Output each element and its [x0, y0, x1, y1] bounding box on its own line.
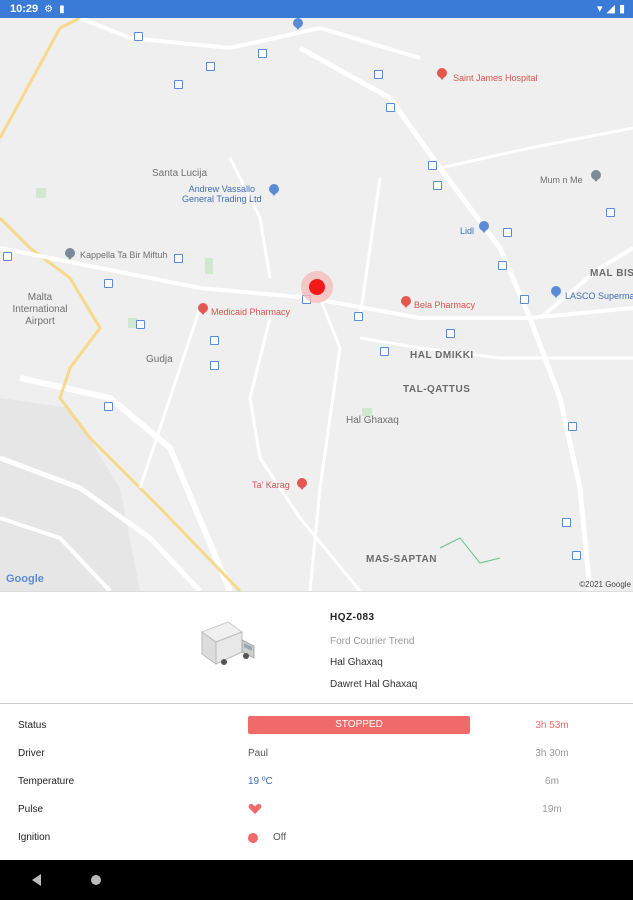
driver-duration: 3h 30m	[535, 748, 569, 759]
bus-stop-icon[interactable]	[520, 295, 529, 304]
vehicle-location-secondary: Dawret Hal Ghaxaq	[330, 679, 418, 690]
driver-value: Paul	[248, 748, 269, 759]
detail-row-driver: Driver Paul 3h 30m	[0, 739, 633, 767]
battery-icon: ▮	[618, 3, 625, 15]
ignition-label: Ignition	[18, 832, 51, 843]
temperature-duration: 6m	[545, 776, 559, 787]
pharmacy-pin-icon[interactable]	[197, 303, 209, 315]
temperature-value: 19 ºC	[248, 776, 273, 787]
bus-stop-icon[interactable]	[258, 49, 267, 58]
map-label-hal-ghaxaq: Hal Ghaxaq	[346, 415, 399, 426]
status-time: 10:29	[10, 3, 39, 15]
bus-stop-icon[interactable]	[386, 103, 395, 112]
map-label-gudja: Gudja	[146, 354, 173, 365]
status-label: Status	[18, 720, 47, 731]
map-view[interactable]: Santa Lucija Andrew Vassallo General Tra…	[0, 18, 633, 591]
map-label-hal-dmikki: HAL DMIKKI	[410, 350, 474, 361]
status-bar: 10:29 ⚙ ▮ ▾ ◢ ▮	[0, 0, 633, 18]
home-icon[interactable]	[91, 875, 101, 885]
map-label-malta-airport[interactable]: Malta International Airport	[10, 292, 70, 328]
vehicle-card: HQZ-083 Ford Courier Trend Hal Ghaxaq Da…	[0, 591, 633, 705]
map-label-lasco[interactable]: LASCO Supermar	[565, 291, 633, 301]
detail-row-pulse: Pulse 19m	[0, 795, 633, 823]
map-label-santa-lucija: Santa Lucija	[152, 168, 208, 179]
map-copyright: ©2021 Google	[579, 580, 631, 589]
shop-pin-icon[interactable]	[268, 184, 280, 196]
map-label-saint-james-hospital[interactable]: Saint James Hospital	[453, 73, 538, 83]
bus-stop-icon[interactable]	[433, 181, 442, 190]
driver-label: Driver	[18, 748, 45, 759]
hospital-pin-icon[interactable]	[436, 68, 448, 80]
bus-stop-icon[interactable]	[374, 70, 383, 79]
map-label-mal-bisb: MAL BISB	[590, 268, 633, 279]
vehicle-plate: HQZ-083	[330, 612, 375, 623]
bus-stop-icon[interactable]	[210, 336, 219, 345]
map-label-andrew-vassallo-line1: Andrew Vassallo	[188, 184, 255, 194]
bus-stop-icon[interactable]	[428, 161, 437, 170]
detail-row-temperature: Temperature 19 ºC 6m	[0, 767, 633, 795]
bus-stop-icon[interactable]	[136, 320, 145, 329]
vehicle-location-marker[interactable]	[300, 270, 334, 304]
map-roads	[0, 18, 633, 591]
bus-stop-icon[interactable]	[606, 208, 615, 217]
bus-stop-icon[interactable]	[568, 422, 577, 431]
shop-pin-icon[interactable]	[292, 18, 304, 30]
map-label-kappella[interactable]: Kappella Ta Bir Miftuh	[80, 250, 167, 260]
map-label-tal-qattus: TAL-QATTUS	[403, 384, 471, 395]
pulse-duration: 19m	[542, 804, 562, 815]
bus-stop-icon[interactable]	[3, 252, 12, 261]
map-label-lidl[interactable]: Lidl	[460, 226, 474, 236]
van-icon	[200, 621, 255, 665]
shop-pin-icon[interactable]	[550, 286, 562, 298]
settings-icon: ⚙	[44, 3, 54, 15]
place-pin-icon[interactable]	[590, 170, 602, 182]
system-nav-bar	[0, 860, 633, 900]
back-icon[interactable]	[32, 874, 41, 886]
bus-stop-icon[interactable]	[503, 228, 512, 237]
status-badge: STOPPED	[248, 716, 470, 734]
bus-stop-icon[interactable]	[174, 80, 183, 89]
temperature-label: Temperature	[18, 776, 75, 787]
heart-icon	[248, 804, 262, 814]
bus-stop-icon[interactable]	[174, 254, 183, 263]
wifi-icon: ▾	[596, 3, 603, 15]
map-label-mum-n-me[interactable]: Mum n Me	[540, 175, 583, 185]
restaurant-pin-icon[interactable]	[296, 478, 308, 490]
vehicle-location-primary: Hal Ghaxaq	[330, 657, 383, 668]
vehicle-details: Status STOPPED 3h 53m Driver Paul 3h 30m…	[0, 704, 633, 860]
bus-stop-icon[interactable]	[572, 551, 581, 560]
bus-stop-icon[interactable]	[562, 518, 571, 527]
bus-stop-icon[interactable]	[104, 279, 113, 288]
map-label-medicaid-pharmacy[interactable]: Medicaid Pharmacy	[211, 307, 290, 317]
vehicle-model: Ford Courier Trend	[330, 636, 415, 647]
detail-row-status: Status STOPPED 3h 53m	[0, 711, 633, 739]
sd-card-icon: ▮	[59, 3, 65, 15]
bus-stop-icon[interactable]	[104, 402, 113, 411]
map-label-andrew-vassallo[interactable]: Andrew Vassallo General Trading Ltd	[182, 184, 262, 204]
map-label-mas-saptan: MAS-SAPTAN	[366, 554, 437, 565]
bus-stop-icon[interactable]	[498, 261, 507, 270]
pulse-label: Pulse	[18, 804, 44, 815]
status-duration: 3h 53m	[535, 720, 569, 731]
bus-stop-icon[interactable]	[446, 329, 455, 338]
status-right-icons: ▾ ◢ ▮	[597, 2, 625, 15]
bus-stop-icon[interactable]	[380, 347, 389, 356]
bus-stop-icon[interactable]	[206, 62, 215, 71]
ignition-value: Off	[273, 832, 287, 843]
bus-stop-icon[interactable]	[134, 32, 143, 41]
pharmacy-pin-icon[interactable]	[400, 296, 412, 308]
signal-icon: ◢	[606, 3, 615, 15]
map-label-bela-pharmacy[interactable]: Bela Pharmacy	[414, 300, 475, 310]
map-label-ta-karag[interactable]: Ta' Karag	[252, 480, 290, 490]
detail-row-ignition: Ignition Off	[0, 823, 633, 851]
ignition-status-dot	[248, 833, 258, 843]
map-label-andrew-vassallo-line2: General Trading Ltd	[182, 194, 262, 204]
bus-stop-icon[interactable]	[354, 312, 363, 321]
shop-pin-icon[interactable]	[478, 221, 490, 233]
bus-stop-icon[interactable]	[210, 361, 219, 370]
place-pin-icon[interactable]	[64, 248, 76, 260]
google-logo: Google	[6, 573, 44, 585]
